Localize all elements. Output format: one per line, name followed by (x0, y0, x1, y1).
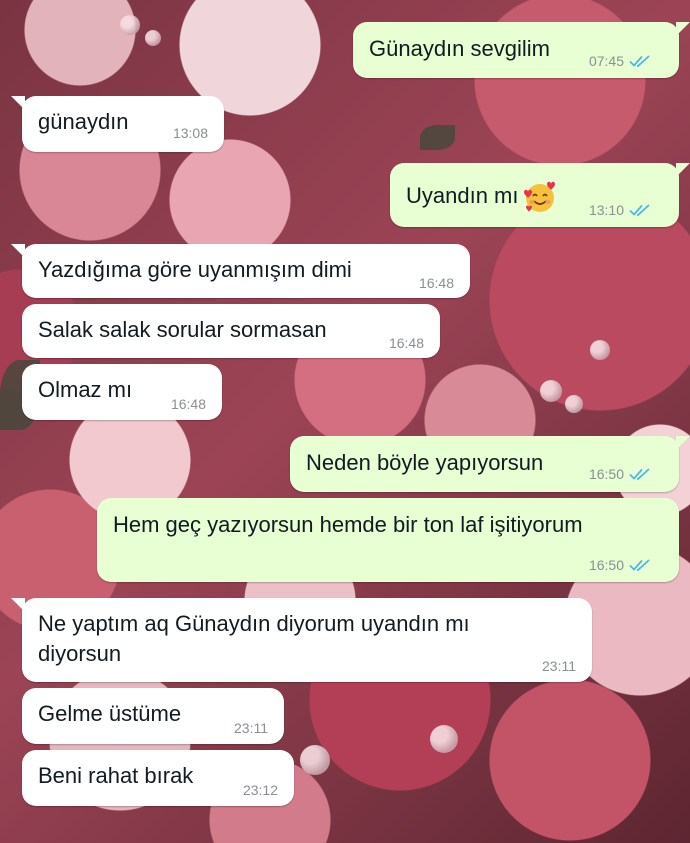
message-bubble-outgoing[interactable]: Günaydın sevgilim 07:45 (353, 22, 690, 78)
wallpaper-berry (565, 395, 583, 413)
message-meta: 13:10 (589, 202, 653, 218)
message-time: 16:50 (588, 557, 624, 573)
message-time: 23:11 (234, 720, 268, 736)
message-text: Yazdığıma göre uyanmışım dimi (38, 257, 352, 282)
message-meta: 23:12 (243, 782, 278, 798)
message-text-with-emoji: Uyandın mı (406, 180, 557, 214)
message-bubble-incoming[interactable]: Salak salak sorular sormasan 16:48 (22, 304, 440, 358)
message-text: Uyandın mı (406, 182, 519, 208)
message-text: Günaydın sevgilim (369, 36, 550, 61)
message-bubble-incoming[interactable]: günaydın 13:08 (11, 96, 224, 152)
message-text-line: Ne yaptım aq Günaydın diyorum uyandın mı (38, 611, 470, 636)
message-bubble-outgoing[interactable]: Neden böyle yapıyorsun 16:50 (290, 436, 690, 492)
message-meta: 16:48 (171, 396, 206, 412)
message-time: 16:48 (418, 275, 454, 291)
message-meta: 16:50 (589, 466, 653, 482)
message-bubble-incoming[interactable]: Ne yaptım aq Günaydın diyorum uyandın mı… (11, 598, 592, 682)
message-meta: 23:11 (542, 658, 576, 674)
message-meta: 13:08 (173, 125, 208, 141)
message-text: Salak salak sorular sormasan (38, 317, 327, 342)
message-bubble-incoming[interactable]: Yazdığıma göre uyanmışım dimi 16:48 (11, 244, 470, 298)
message-meta: 07:45 (589, 53, 653, 69)
wallpaper-berry (590, 340, 610, 360)
message-text: Neden böyle yapıyorsun (306, 450, 544, 475)
message-bubble-incoming[interactable]: Olmaz mı 16:48 (22, 364, 222, 420)
wallpaper-berry (540, 380, 562, 402)
message-time: 16:48 (388, 335, 424, 351)
wallpaper-berry (300, 745, 330, 775)
message-text: Beni rahat bırak (38, 763, 194, 788)
double-check-icon (629, 559, 650, 572)
double-check-icon (629, 55, 650, 68)
message-time: 23:11 (542, 658, 576, 674)
smiling-face-with-hearts-icon (523, 181, 555, 212)
message-bubble-outgoing[interactable]: Uyandın mı 13:10 (390, 163, 690, 227)
wallpaper-leaf (420, 125, 455, 150)
message-meta: 16:50 (589, 557, 653, 573)
message-meta: 23:11 (234, 720, 268, 736)
double-check-icon (629, 204, 650, 217)
double-check-icon (629, 468, 650, 481)
message-time: 07:45 (588, 53, 624, 69)
message-meta: 16:48 (419, 275, 454, 291)
message-time: 16:48 (170, 396, 206, 412)
wallpaper-berry (145, 30, 161, 46)
message-text: günaydın (38, 109, 129, 134)
message-meta: 16:48 (389, 335, 424, 351)
message-text-line: diyorsun (38, 641, 122, 666)
message-text: Olmaz mı (38, 377, 133, 402)
message-bubble-outgoing[interactable]: Hem geç yazıyorsun hemde bir ton laf işi… (97, 498, 679, 582)
message-time: 23:12 (242, 782, 278, 798)
message-bubble-incoming[interactable]: Gelme üstüme 23:11 (22, 688, 284, 744)
wallpaper-berry (430, 725, 458, 753)
message-text: Hem geç yazıyorsun hemde bir ton laf işi… (113, 512, 583, 537)
message-time: 13:10 (588, 202, 624, 218)
wallpaper-berry (120, 15, 140, 35)
message-time: 13:08 (172, 125, 208, 141)
message-time: 16:50 (588, 466, 624, 482)
message-text: Gelme üstüme (38, 701, 182, 726)
message-bubble-incoming[interactable]: Beni rahat bırak 23:12 (22, 750, 294, 806)
